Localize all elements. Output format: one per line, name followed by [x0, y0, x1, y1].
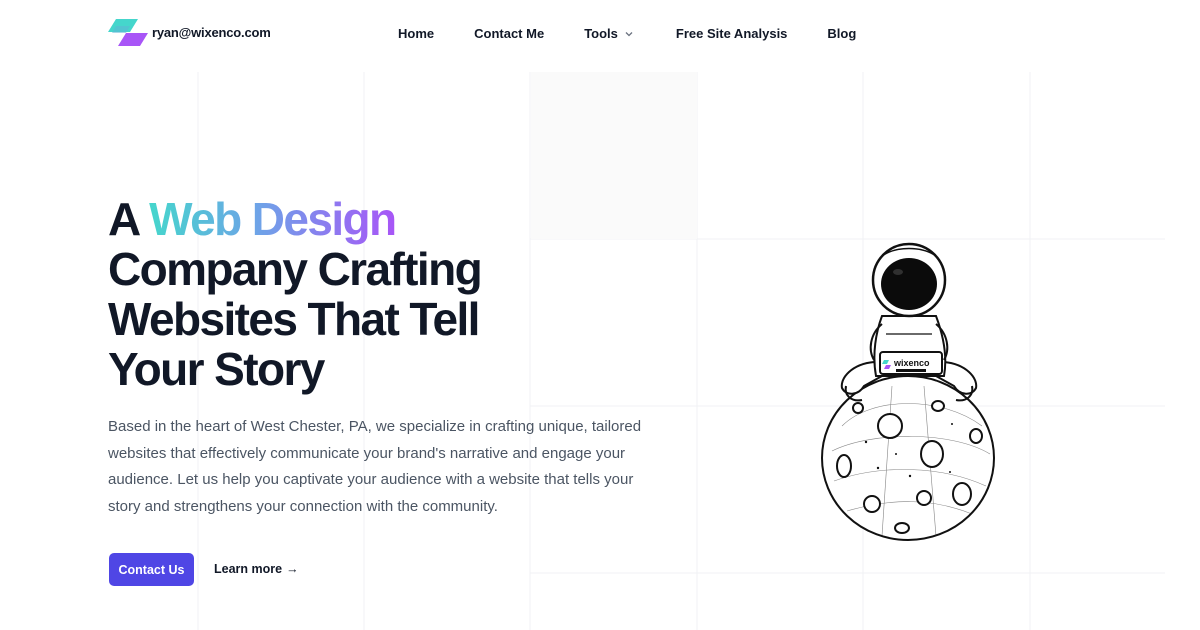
- astronaut-on-moon-illustration: wixenco: [821, 242, 995, 541]
- nav-free-site-analysis[interactable]: Free Site Analysis: [676, 26, 788, 42]
- learn-more-label: Learn more: [214, 562, 283, 576]
- nav-home[interactable]: Home: [398, 26, 434, 42]
- astronaut-icon: wixenco: [840, 242, 978, 402]
- nav-tools[interactable]: Tools: [584, 26, 634, 42]
- headline-highlight: Web Design: [149, 193, 397, 245]
- chevron-down-icon: [625, 32, 633, 37]
- hero-description: Based in the heart of West Chester, PA, …: [108, 418, 642, 515]
- logo-mark-icon: [108, 19, 148, 46]
- moon-icon: [821, 375, 995, 541]
- headline-line-2: Company Crafting: [108, 243, 483, 295]
- arrow-right-icon: →: [286, 562, 299, 576]
- badge-text: wixenco: [893, 358, 930, 368]
- nav-contact-me[interactable]: Contact Me: [474, 26, 544, 42]
- logo-text: ryan@wixenco.com: [152, 24, 271, 40]
- main-nav: Home Contact Me Tools Free Site Analysis…: [398, 26, 856, 42]
- contact-us-button[interactable]: Contact Us: [109, 553, 194, 586]
- nav-tools-label: Tools: [584, 26, 618, 41]
- headline-line-4: Your Story: [108, 343, 325, 395]
- headline-prefix: A: [108, 193, 140, 245]
- nav-blog[interactable]: Blog: [827, 26, 856, 42]
- site-logo[interactable]: ryan@wixenco.com: [108, 18, 271, 48]
- learn-more-link[interactable]: Learn more →: [214, 562, 299, 576]
- headline-line-3: Websites That Tell: [108, 293, 480, 345]
- hero-headline: A Web Design Company Crafting Websites T…: [108, 194, 628, 394]
